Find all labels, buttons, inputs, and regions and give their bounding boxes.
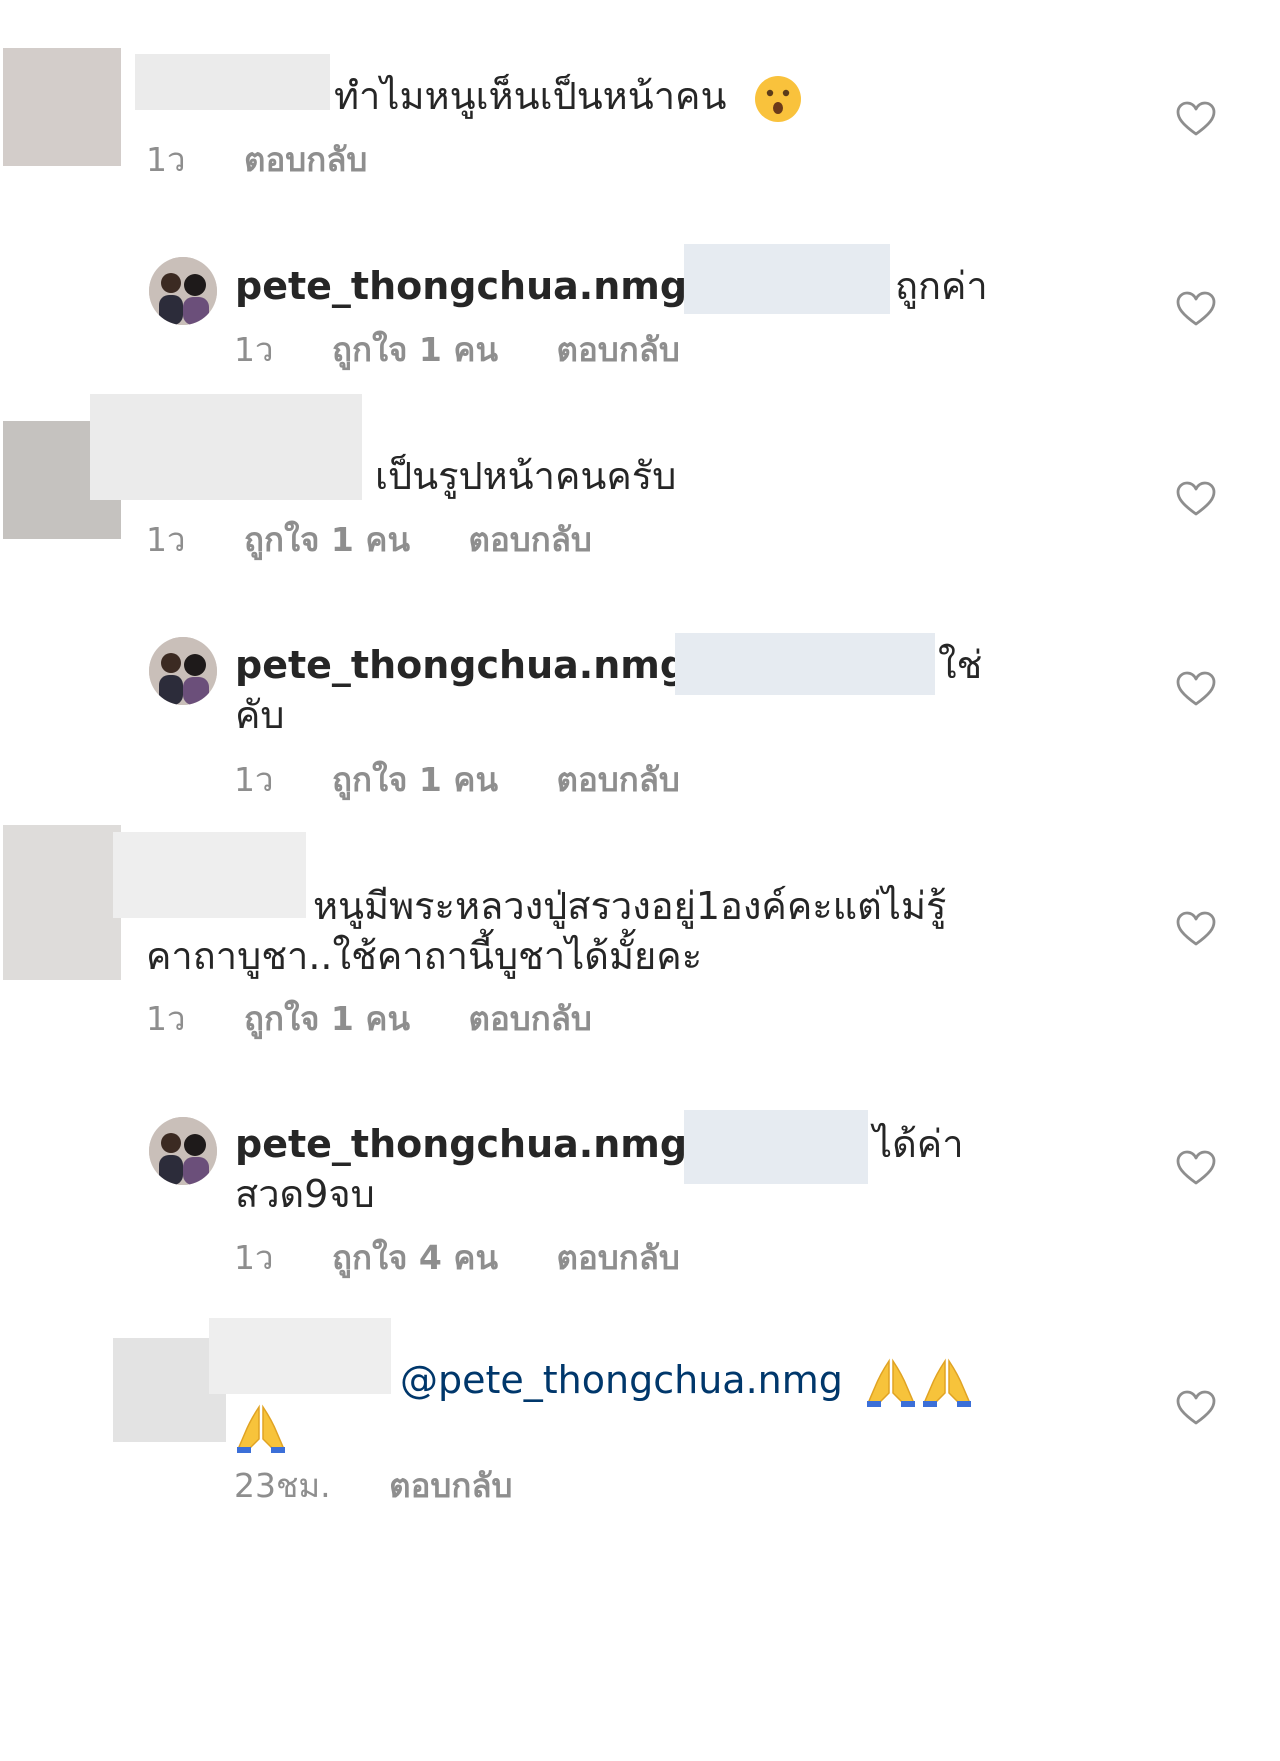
comment-time: 1ว xyxy=(234,1238,274,1277)
heart-outline-icon[interactable] xyxy=(1176,1150,1216,1186)
reply-button[interactable]: ตอบกลับ xyxy=(244,140,367,179)
comment-text: pete_thongchua.nmg xyxy=(235,637,729,693)
reply-button[interactable]: ตอบกลับ xyxy=(389,1466,512,1505)
mention-redacted[interactable] xyxy=(675,633,935,695)
comment-text: pete_thongchua.nmg xyxy=(235,1116,729,1172)
folded-hands-emoji xyxy=(866,1358,915,1407)
comment-meta: 1ว ถูกใจ 1 คน ตอบกลับ xyxy=(234,760,728,800)
heart-outline-icon[interactable] xyxy=(1176,101,1216,137)
comment-time: 1ว xyxy=(146,520,186,559)
comment-body-line2: สวด9จบ xyxy=(235,1172,375,1216)
comment-text: ทำไมหนูเห็นเป็นหน้าคน xyxy=(334,68,803,124)
comment-meta: 1ว ถูกใจ 1 คน ตอบกลับ xyxy=(234,330,728,370)
comment-body: ใช่ xyxy=(938,643,983,687)
avatar[interactable] xyxy=(3,48,121,166)
avatar[interactable] xyxy=(3,825,121,980)
comment-body: ทำไมหนูเห็นเป็นหน้าคน xyxy=(334,74,727,118)
comment-text: @pete_thongchua.nmg xyxy=(400,1352,973,1409)
username-link[interactable]: pete_thongchua.nmg xyxy=(235,1122,687,1166)
folded-hands-emoji xyxy=(237,1404,285,1453)
reply-button[interactable]: ตอบกลับ xyxy=(557,760,680,799)
comment-meta: 1ว ถูกใจ 1 คน ตอบกลับ xyxy=(146,999,640,1039)
comment-text: pete_thongchua.nmg xyxy=(235,258,729,314)
likes-count[interactable]: ถูกใจ 1 คน xyxy=(244,520,410,559)
username-redacted[interactable] xyxy=(135,54,330,110)
comment-body-line2 xyxy=(235,1398,287,1455)
comment-body-line2: คาถาบูชา..ใช้คาถานี้บูชาได้มั้ยคะ xyxy=(146,934,703,978)
comment-time: 1ว xyxy=(146,140,186,179)
heart-outline-icon[interactable] xyxy=(1176,1390,1216,1426)
heart-outline-icon[interactable] xyxy=(1176,481,1216,517)
mention-redacted[interactable] xyxy=(684,1110,868,1184)
comment-time: 1ว xyxy=(146,999,186,1038)
avatar-photo xyxy=(149,1117,217,1185)
username-redacted[interactable] xyxy=(209,1318,391,1394)
reply-button[interactable]: ตอบกลับ xyxy=(469,520,592,559)
comment-body: ได้ค่า xyxy=(873,1122,964,1166)
avatar-photo xyxy=(149,257,217,325)
comment-time: 1ว xyxy=(234,760,274,799)
heart-outline-icon[interactable] xyxy=(1176,291,1216,327)
likes-count[interactable]: ถูกใจ 4 คน xyxy=(332,1238,498,1277)
likes-count[interactable]: ถูกใจ 1 คน xyxy=(332,330,498,369)
username-redacted[interactable] xyxy=(113,832,306,918)
comment-item: ทำไมหนูเห็นเป็นหน้าคน 1ว ตอบกลับ xyxy=(0,0,1280,200)
likes-count[interactable]: ถูกใจ 1 คน xyxy=(244,999,410,1038)
avatar[interactable] xyxy=(149,257,217,325)
reply-button[interactable]: ตอบกลับ xyxy=(469,999,592,1038)
heart-outline-icon[interactable] xyxy=(1176,671,1216,707)
comment-meta: 1ว ถูกใจ 4 คน ตอบกลับ xyxy=(234,1238,728,1278)
username-link[interactable]: pete_thongchua.nmg xyxy=(235,643,687,687)
folded-hands-emoji xyxy=(922,1358,971,1407)
avatar-photo xyxy=(149,637,217,705)
avatar[interactable] xyxy=(149,637,217,705)
comment-time: 1ว xyxy=(234,330,274,369)
comment-body: ถูกค่า xyxy=(895,264,988,308)
reply-button[interactable]: ตอบกลับ xyxy=(557,330,680,369)
hushed-face-emoji xyxy=(754,75,801,122)
comment-body-line2: คับ xyxy=(235,693,285,737)
comment-meta: 23ชม. ตอบกลับ xyxy=(234,1466,561,1506)
reply-button[interactable]: ตอบกลับ xyxy=(557,1238,680,1277)
comment-body: หนูมีพระหลวงปู่สรวงอยู่1องค์คะแต่ไม่รู้ xyxy=(313,884,947,928)
likes-count[interactable]: ถูกใจ 1 คน xyxy=(332,760,498,799)
username-redacted[interactable] xyxy=(90,394,362,500)
comment-meta: 1ว ถูกใจ 1 คน ตอบกลับ xyxy=(146,520,640,560)
comment-body: เป็นรูปหน้าคนครับ xyxy=(375,454,677,498)
avatar[interactable] xyxy=(149,1117,217,1185)
username-link[interactable]: pete_thongchua.nmg xyxy=(235,264,687,308)
mention-link[interactable]: @pete_thongchua.nmg xyxy=(400,1358,843,1402)
comment-meta: 1ว ตอบกลับ xyxy=(146,140,415,180)
heart-outline-icon[interactable] xyxy=(1176,911,1216,947)
comment-time: 23ชม. xyxy=(234,1466,331,1505)
mention-redacted[interactable] xyxy=(684,244,890,314)
